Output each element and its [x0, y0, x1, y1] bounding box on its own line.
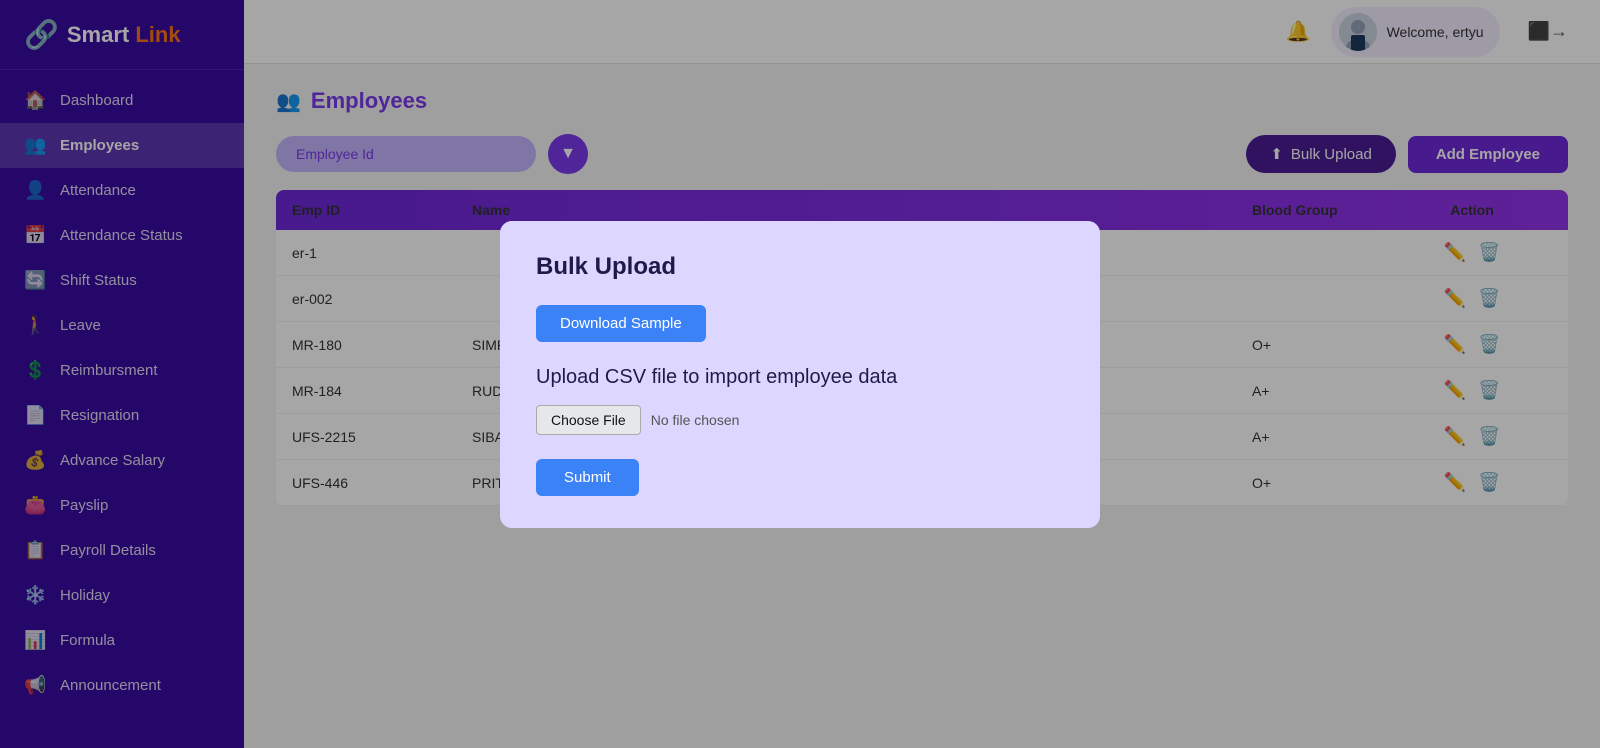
modal-title: Bulk Upload [536, 253, 1064, 281]
bulk-upload-modal: Bulk Upload Download Sample Upload CSV f… [500, 221, 1100, 528]
choose-file-button[interactable]: Choose File [536, 405, 641, 435]
modal-overlay[interactable]: Bulk Upload Download Sample Upload CSV f… [0, 0, 1600, 748]
file-input-wrapper: Choose File No file chosen [536, 405, 1064, 435]
submit-button[interactable]: Submit [536, 459, 639, 496]
no-file-text: No file chosen [651, 412, 740, 428]
upload-description: Upload CSV file to import employee data [536, 366, 1064, 389]
download-sample-button[interactable]: Download Sample [536, 305, 706, 342]
